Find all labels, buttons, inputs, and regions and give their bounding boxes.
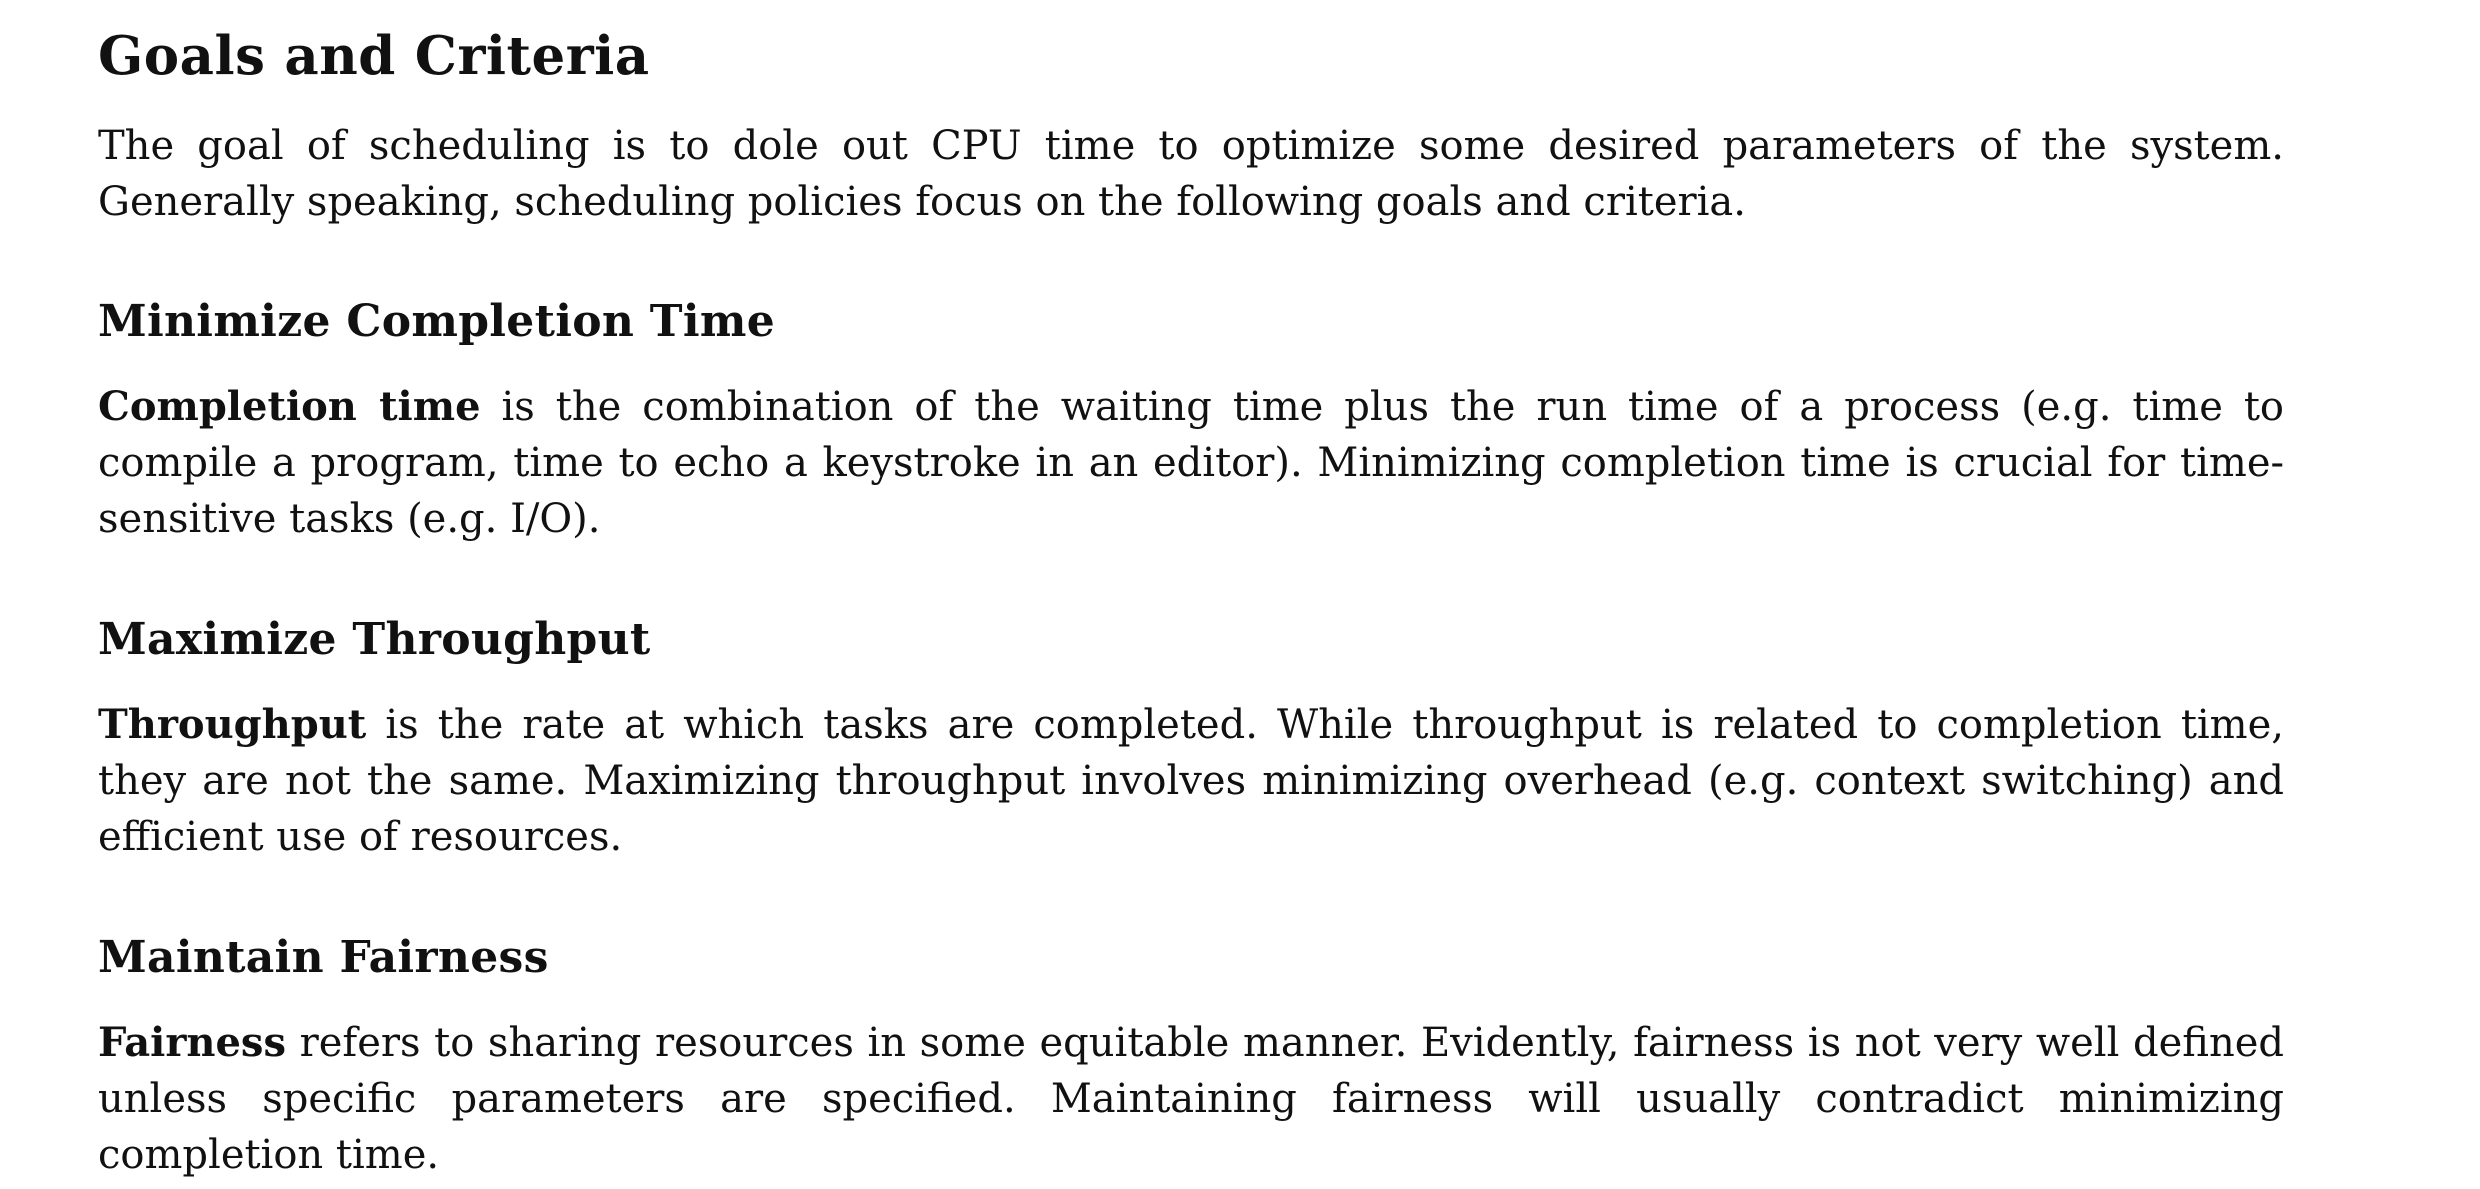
subsection-title-completion-time: Minimize Completion Time: [98, 296, 775, 347]
body-throughput: is the rate at which tasks are completed…: [98, 702, 2284, 860]
paragraph-fairness: Fairness refers to sharing resources in …: [98, 1015, 2284, 1183]
subsection-title-fairness: Maintain Fairness: [98, 932, 549, 983]
section-title: Goals and Criteria: [98, 25, 650, 87]
intro-paragraph: The goal of scheduling is to dole out CP…: [98, 123, 2284, 225]
paragraph-throughput: Throughput is the rate at which tasks ar…: [98, 697, 2284, 865]
term-fairness: Fairness: [98, 1019, 286, 1066]
term-completion-time: Completion time: [98, 383, 481, 430]
paragraph-completion-time: Completion time is the combination of th…: [98, 379, 2284, 547]
body-fairness: refers to sharing resources in some equi…: [98, 1020, 2284, 1178]
term-throughput: Throughput: [98, 701, 367, 748]
subsection-title-throughput: Maximize Throughput: [98, 614, 651, 665]
